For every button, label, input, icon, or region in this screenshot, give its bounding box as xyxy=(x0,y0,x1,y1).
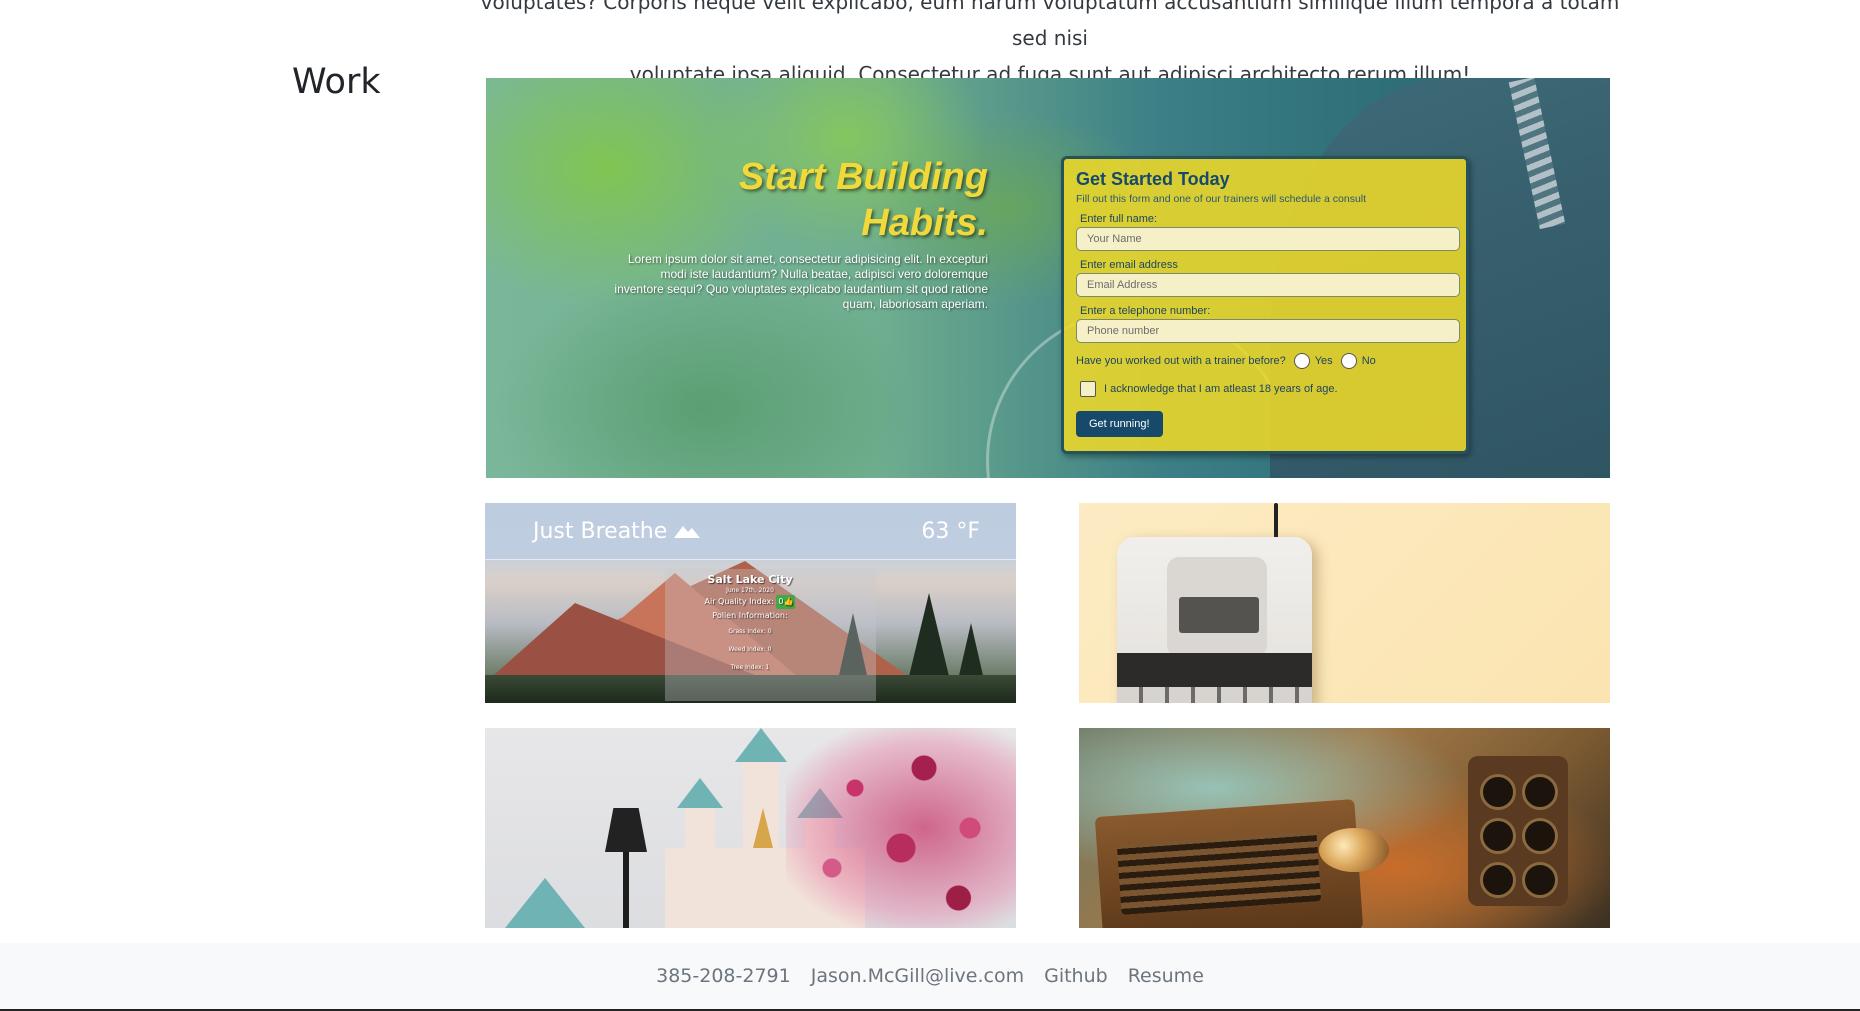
robot-head-shape xyxy=(1319,828,1389,872)
socket-shape xyxy=(1480,774,1516,810)
castle-tower-shape xyxy=(685,808,715,928)
pollen-label: Pollen Information: xyxy=(712,611,788,620)
socket-shape xyxy=(1480,818,1516,854)
grass-index: Grass Index: 0 xyxy=(728,628,772,635)
castle-spire-shape xyxy=(753,808,773,848)
email-label: Enter email address xyxy=(1080,259,1178,271)
weed-index: Weed Index: 0 xyxy=(728,646,772,653)
project-castle[interactable] xyxy=(485,728,1016,928)
no-radio[interactable] xyxy=(1340,353,1357,369)
portfolio-page: voluptates? Corporis neque velit explica… xyxy=(0,0,1860,1011)
age-ack-checkbox[interactable] xyxy=(1080,381,1096,397)
socket-shape xyxy=(1522,774,1558,810)
weather-date: June 17th, 2020 xyxy=(726,587,774,594)
machine-vents-shape xyxy=(1116,831,1322,915)
castle-roof-shape xyxy=(735,728,787,762)
project-robot[interactable] xyxy=(1079,728,1610,928)
intro-line-1: voluptates? Corporis neque velit explica… xyxy=(480,0,1620,50)
phone-label: Enter a telephone number: xyxy=(1080,305,1211,317)
get-running-button[interactable]: Get running! xyxy=(1076,411,1163,437)
weather-temperature: 63 °F xyxy=(921,519,980,544)
footer: 385-208-2791 Jason.McGill@live.com Githu… xyxy=(0,943,1860,1011)
cherry-blossom-shape xyxy=(786,728,1016,928)
hero-body: Lorem ipsum dolor sit amet, consectetur … xyxy=(614,252,988,311)
printing-calculator-image xyxy=(1117,537,1312,703)
socket-panel-shape xyxy=(1468,756,1568,906)
aqi-badge: 0👍 xyxy=(776,595,796,609)
hero-copy: Start Building Habits. Lorem ipsum dolor… xyxy=(608,154,988,312)
work-heading: Work xyxy=(292,62,381,102)
footer-phone-link[interactable]: 385-208-2791 xyxy=(656,965,791,987)
project-printing-calculator[interactable] xyxy=(1079,503,1610,703)
no-label: No xyxy=(1361,355,1376,367)
trainer-question: Have you worked out with a trainer befor… xyxy=(1076,355,1286,367)
aqi-label: Air Quality Index: xyxy=(704,597,774,606)
socket-shape xyxy=(1522,818,1558,854)
email-input[interactable] xyxy=(1076,273,1460,297)
hero-title-line-2: Habits. xyxy=(861,202,988,244)
printer-slot-shape xyxy=(1179,597,1259,633)
castle-roof-shape xyxy=(677,778,723,808)
phone-input[interactable] xyxy=(1076,319,1460,343)
form-subtitle: Fill out this form and one of our traine… xyxy=(1076,193,1367,205)
weather-city: Salt Lake City xyxy=(707,573,793,586)
signup-form: Get Started Today Fill out this form and… xyxy=(1061,156,1469,454)
footer-email-link[interactable]: Jason.McGill@live.com xyxy=(811,965,1024,987)
tree-index: Tree Index: 1 xyxy=(730,664,770,671)
socket-shape xyxy=(1522,862,1558,898)
age-ack-label: I acknowledge that I am atleast 18 years… xyxy=(1104,383,1338,395)
printer-panel-shape xyxy=(1117,653,1312,687)
yes-radio[interactable] xyxy=(1293,353,1310,369)
lamp-head-shape xyxy=(605,808,647,852)
hero-title: Start Building Habits. xyxy=(608,154,988,246)
age-ack-row: I acknowledge that I am atleast 18 years… xyxy=(1080,381,1454,397)
trainer-question-row: Have you worked out with a trainer befor… xyxy=(1076,353,1454,369)
yes-label: Yes xyxy=(1314,355,1333,367)
hero-title-line-1: Start Building xyxy=(738,156,988,198)
printer-keys-shape xyxy=(1117,687,1312,703)
socket-shape xyxy=(1480,862,1516,898)
project-weather-app[interactable]: Just Breathe 63 °F Salt Lake City June 1… xyxy=(485,503,1016,703)
footer-resume-link[interactable]: Resume xyxy=(1128,965,1204,987)
weather-brand: Just Breathe xyxy=(533,519,701,544)
thumbs-up-icon: 👍 xyxy=(783,597,794,606)
name-input[interactable] xyxy=(1076,227,1460,251)
mountain-icon xyxy=(674,526,701,538)
aqi-row: Air Quality Index: 0👍 xyxy=(635,595,865,609)
weather-info: Salt Lake City June 17th, 2020 Air Quali… xyxy=(635,573,865,677)
castle-roof-shape xyxy=(505,878,585,928)
footer-github-link[interactable]: Github xyxy=(1044,965,1108,987)
weather-brand-text: Just Breathe xyxy=(533,519,668,544)
project-fitness-landing[interactable]: Start Building Habits. Lorem ipsum dolor… xyxy=(486,78,1610,478)
name-label: Enter full name: xyxy=(1080,213,1158,225)
form-title: Get Started Today xyxy=(1076,169,1230,189)
